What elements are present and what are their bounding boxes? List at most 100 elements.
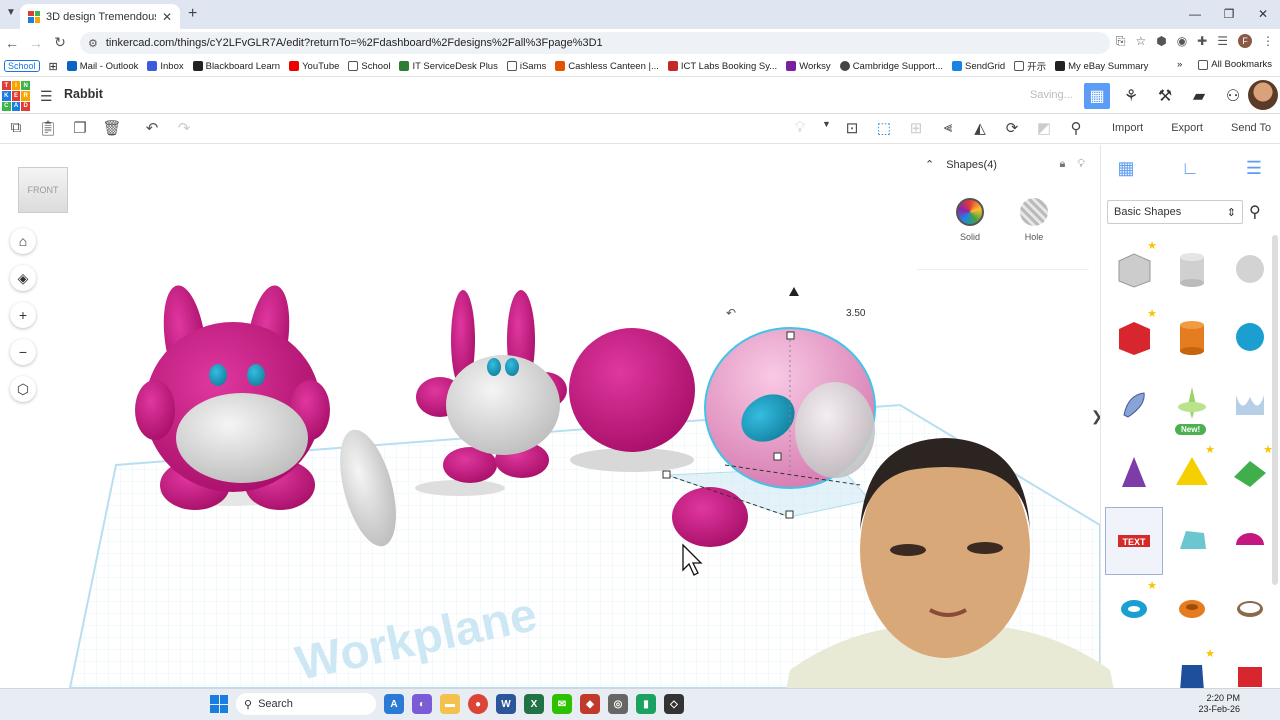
shape-sphere[interactable] bbox=[1221, 303, 1279, 371]
excel-icon[interactable]: X bbox=[524, 694, 544, 714]
school-profile-badge[interactable]: School bbox=[4, 60, 40, 72]
bookmark-item[interactable]: Cambridge Support... bbox=[839, 61, 943, 72]
bookmark-item[interactable]: SendGrid bbox=[951, 61, 1005, 72]
lock-icon[interactable]: 🔒︎ bbox=[1059, 158, 1065, 171]
send-to-button[interactable]: Send To bbox=[1231, 122, 1271, 134]
chrome-icon[interactable]: ● bbox=[468, 694, 488, 714]
lift-arrow-handle[interactable] bbox=[789, 287, 799, 296]
bookmark-star-icon[interactable]: ☆ bbox=[1135, 34, 1146, 49]
tinkercad-logo[interactable]: TIN KER CAD bbox=[2, 81, 30, 111]
all-bookmarks-folder[interactable]: All Bookmarks bbox=[1198, 59, 1272, 70]
install-app-icon[interactable]: ⎘ bbox=[1116, 34, 1126, 49]
system-clock[interactable]: 2:20 PM 23-Feb-26 bbox=[1198, 693, 1240, 715]
ungroup-disabled-icon[interactable]: ⊞ bbox=[906, 119, 926, 137]
workplane-tool-icon[interactable]: ◩ bbox=[1034, 119, 1054, 137]
shape-pyramid[interactable]: ★ bbox=[1163, 439, 1221, 507]
more-bookmarks-icon[interactable]: » bbox=[1177, 59, 1182, 70]
paste-icon[interactable]: 📋︎ bbox=[38, 119, 58, 137]
site-info-icon[interactable]: ⚙ bbox=[88, 37, 98, 50]
shape-sphere-hole[interactable] bbox=[1221, 235, 1279, 303]
view-cube[interactable]: FRONT bbox=[18, 167, 68, 213]
bookmark-folder[interactable]: 开示 bbox=[1014, 59, 1046, 73]
resize-handle[interactable] bbox=[786, 331, 795, 340]
zoom-in-icon[interactable]: + bbox=[10, 302, 36, 328]
app-icon-grey[interactable]: ◎ bbox=[608, 694, 628, 714]
app-icon-green[interactable]: ▮ bbox=[636, 694, 656, 714]
app-icon-red[interactable]: ◆ bbox=[580, 694, 600, 714]
profile-avatar[interactable]: F bbox=[1238, 34, 1252, 48]
import-button[interactable]: Import bbox=[1112, 122, 1143, 134]
collapse-inspector-icon[interactable]: ⌃ bbox=[925, 158, 934, 171]
bookmark-item[interactable]: Inbox bbox=[147, 61, 184, 72]
shape-half-sphere-teal[interactable] bbox=[1163, 507, 1221, 575]
visibility-bulb-icon[interactable]: 💡︎ bbox=[1077, 158, 1085, 171]
bookmark-folder[interactable]: iSams bbox=[506, 61, 546, 72]
camera-icon[interactable]: ◉ bbox=[1177, 34, 1187, 49]
bookmark-item[interactable]: ICT Labs Booking Sy... bbox=[667, 61, 777, 72]
copy-icon[interactable]: ⧉ bbox=[6, 119, 26, 137]
shape-tube[interactable] bbox=[1163, 575, 1221, 643]
blocks-icon[interactable]: ⚘ bbox=[1118, 83, 1144, 109]
apps-grid-icon[interactable]: ⊞ bbox=[49, 60, 58, 73]
bricks-icon[interactable]: ⚒ bbox=[1152, 83, 1178, 109]
hole-option[interactable]: Hole bbox=[1014, 198, 1054, 242]
new-tab-button[interactable]: + bbox=[188, 5, 197, 23]
align-icon[interactable]: ⫷ bbox=[938, 119, 958, 137]
minimize-icon[interactable]: — bbox=[1178, 0, 1212, 28]
bookmark-folder[interactable]: School bbox=[348, 61, 390, 72]
resize-handle[interactable] bbox=[662, 470, 671, 479]
wechat-icon[interactable]: ✉ bbox=[552, 694, 572, 714]
shape-half-sphere[interactable] bbox=[1221, 507, 1279, 575]
copilot-icon[interactable]: ◐ bbox=[412, 694, 432, 714]
design-name[interactable]: Rabbit bbox=[64, 87, 103, 101]
chrome-menu-icon[interactable]: ⋮ bbox=[1262, 34, 1274, 49]
perspective-icon[interactable]: ⬡ bbox=[10, 376, 36, 402]
windows-start-icon[interactable] bbox=[210, 695, 228, 713]
ruler-panel-icon[interactable]: ∟ bbox=[1177, 155, 1203, 181]
shape-box[interactable]: ★ bbox=[1105, 303, 1163, 371]
user-avatar[interactable] bbox=[1248, 80, 1278, 110]
shape-box-hole[interactable]: ★ bbox=[1105, 235, 1163, 303]
export-button[interactable]: Export bbox=[1171, 122, 1203, 134]
zoom-out-icon[interactable]: − bbox=[10, 339, 36, 365]
extensions-puzzle-icon[interactable]: ✚ bbox=[1197, 34, 1207, 49]
bookmark-item[interactable]: Worksy bbox=[786, 61, 831, 72]
rabbit-model-1[interactable] bbox=[135, 283, 330, 510]
file-explorer-icon[interactable]: ▬ bbox=[440, 694, 460, 714]
bookmark-item[interactable]: Cashless Canteen |... bbox=[555, 61, 659, 72]
3d-view-grid-icon[interactable]: ▦ bbox=[1084, 83, 1110, 109]
bookmark-item[interactable]: YouTube bbox=[289, 61, 339, 72]
reading-list-icon[interactable]: ☰ bbox=[1217, 34, 1228, 49]
search-shapes-icon[interactable]: ⚲ bbox=[1249, 202, 1261, 222]
design-menu-icon[interactable]: ☰ bbox=[40, 88, 53, 105]
ruler-icon[interactable]: ⚲ bbox=[1066, 119, 1086, 137]
shape-ring[interactable] bbox=[1221, 575, 1279, 643]
light-bulb-icon[interactable]: 💡︎ bbox=[790, 119, 810, 137]
extension-icon[interactable]: ⬢ bbox=[1156, 34, 1166, 49]
shape-cylinder-hole[interactable] bbox=[1163, 235, 1221, 303]
grid-workplane-icon[interactable]: ▦ bbox=[1113, 155, 1139, 181]
shape-category-select[interactable]: Basic Shapes ⇕ bbox=[1107, 200, 1243, 224]
ungroup-icon[interactable]: ⬚ bbox=[874, 119, 894, 137]
shape-wave[interactable] bbox=[1221, 371, 1279, 439]
shape-new-item[interactable]: New! bbox=[1163, 371, 1221, 439]
taskbar-search[interactable]: ⚲ Search bbox=[236, 693, 376, 715]
maximize-icon[interactable]: ❐ bbox=[1212, 0, 1246, 28]
shape-roof[interactable]: ★ bbox=[1221, 439, 1279, 507]
forward-icon[interactable]: → bbox=[24, 35, 48, 51]
bookmark-item[interactable]: IT ServiceDesk Plus bbox=[399, 61, 498, 72]
home-view-icon[interactable]: ⌂ bbox=[10, 228, 36, 254]
azure-app-icon[interactable]: A bbox=[384, 694, 404, 714]
redo-icon[interactable]: ↷ bbox=[174, 119, 194, 137]
sim-lab-icon[interactable]: ▰ bbox=[1186, 83, 1212, 109]
rotate-handle-icon[interactable]: ↶ bbox=[726, 306, 736, 320]
invite-people-icon[interactable]: ⚇ bbox=[1220, 83, 1246, 109]
shape-cylinder[interactable] bbox=[1163, 303, 1221, 371]
address-bar[interactable]: ⚙ tinkercad.com/things/cY2LFvGLR7A/edit?… bbox=[80, 32, 1110, 54]
duplicate-icon[interactable]: ❐ bbox=[70, 119, 90, 137]
reload-icon[interactable]: ↻ bbox=[48, 34, 72, 51]
bookmark-item[interactable]: Blackboard Learn bbox=[192, 61, 280, 72]
browser-tab[interactable]: 3D design Tremendous Leelo - ✕ bbox=[20, 4, 180, 29]
cruise-icon[interactable]: ⟳ bbox=[1002, 119, 1022, 137]
notes-icon[interactable]: ☰ bbox=[1241, 155, 1267, 181]
